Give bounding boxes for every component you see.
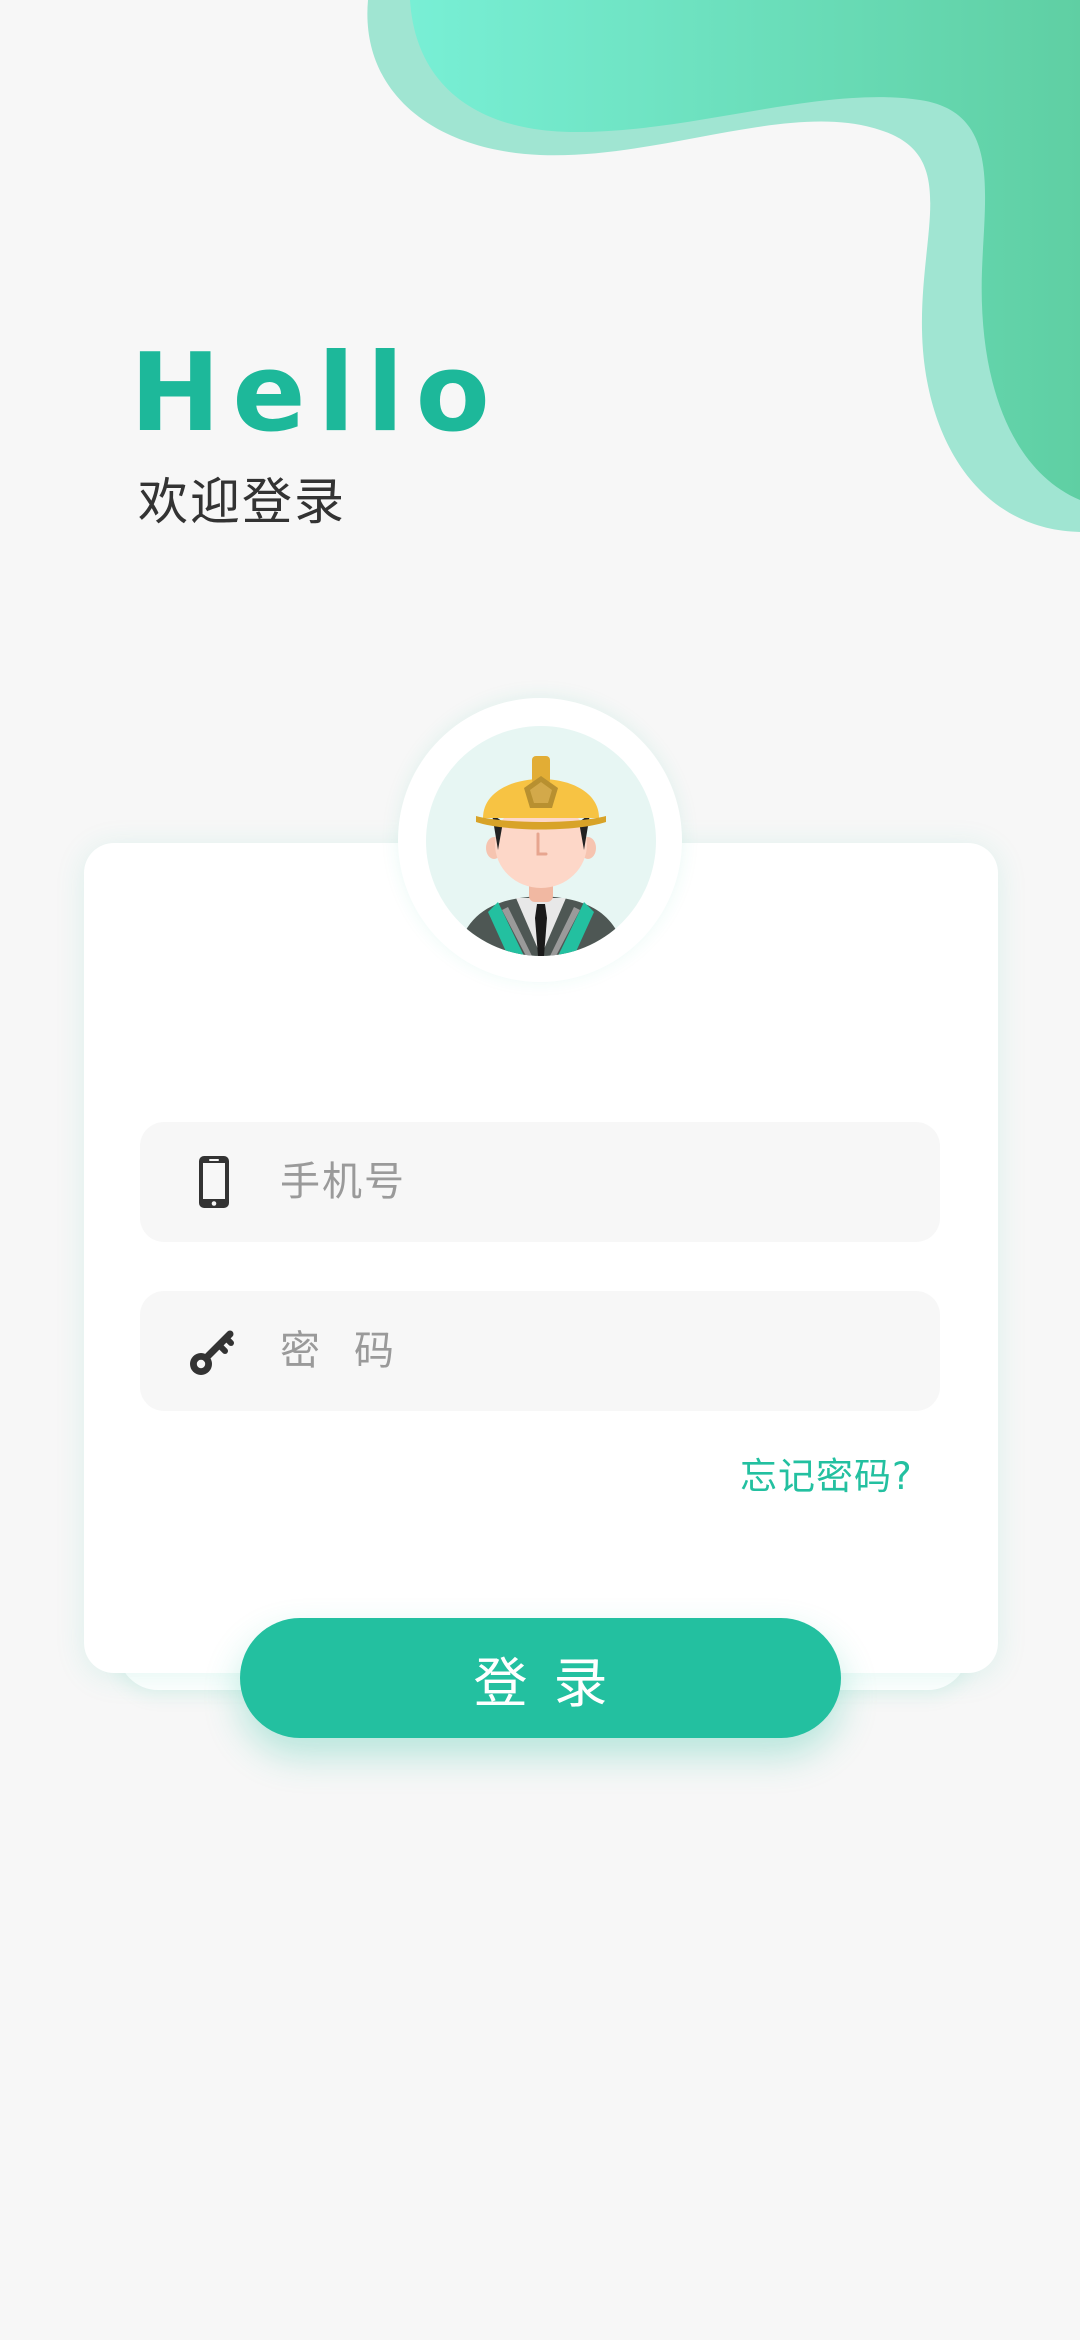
password-input[interactable] [280,1291,900,1411]
greeting-title: Hello [130,331,502,456]
login-button[interactable]: 登录 [240,1618,841,1738]
phone-icon [199,1156,229,1208]
construction-worker-avatar-icon [426,726,656,956]
key-icon [190,1330,234,1375]
forgot-password-link[interactable]: 忘记密码? [740,1446,913,1500]
phone-field [140,1122,940,1242]
phone-input[interactable] [280,1122,900,1242]
password-field [140,1291,940,1411]
greeting-subtitle: 欢迎登录 [138,473,346,531]
